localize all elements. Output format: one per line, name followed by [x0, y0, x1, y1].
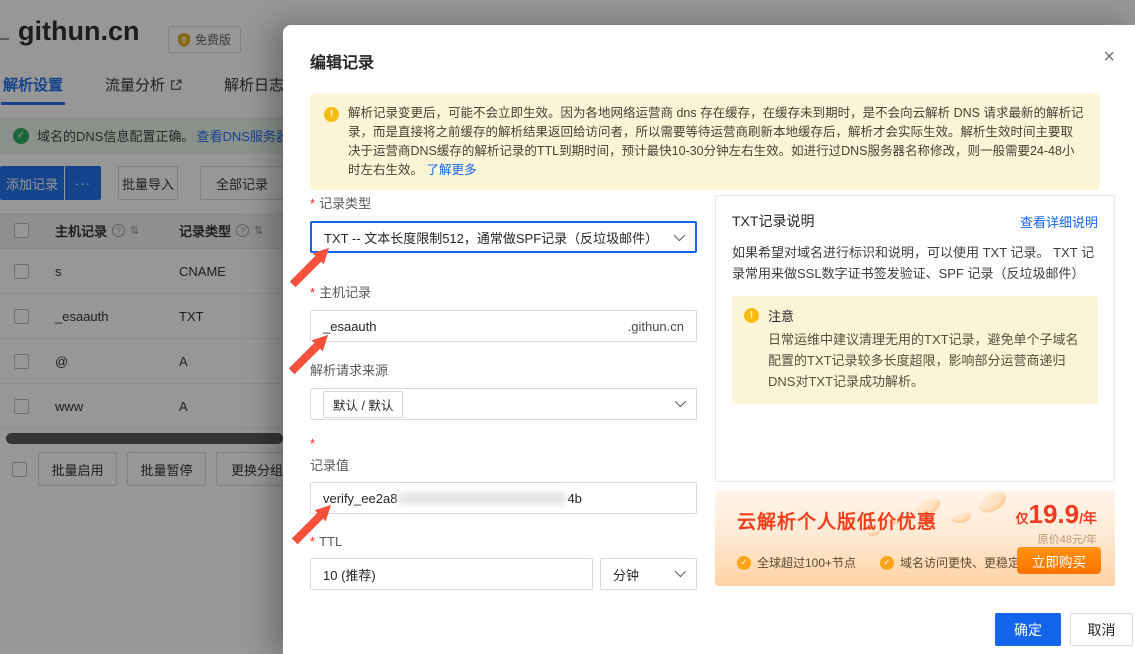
chevron-down-icon	[675, 396, 686, 407]
promo-features: ✓ 全球超过100+节点 ✓ 域名访问更快、更稳定	[737, 554, 1020, 571]
field-dns-line: 解析请求来源 默认 / 默认	[310, 360, 697, 420]
help-panel-title: TXT记录说明	[732, 211, 814, 231]
ttl-input[interactable]: 10 (推荐)	[310, 558, 593, 590]
redacted-text	[398, 492, 566, 505]
domain-suffix: .githun.cn	[628, 319, 684, 334]
host-record-input[interactable]: _esaauth .githun.cn	[310, 310, 697, 342]
price-prefix: 仅	[1015, 511, 1028, 526]
record-type-select[interactable]: TXT -- 文本长度限制512，通常做SPF记录（反垃圾邮件）	[310, 221, 697, 253]
cancel-button[interactable]: 取消	[1070, 613, 1133, 646]
promo-banner[interactable]: 云解析个人版低价优惠 仅19.9/年 原价48元/年 ✓ 全球超过100+节点 …	[715, 490, 1115, 586]
note-title: 注意	[768, 306, 1084, 325]
price-amount: 19.9	[1029, 499, 1080, 529]
promo-price: 仅19.9/年	[1015, 499, 1097, 530]
note-text: 日常运维中建议清理无用的TXT记录，避免单个子域名配置的TXT记录较多长度超限，…	[768, 329, 1084, 392]
field-record-type: * 记录类型 TXT -- 文本长度限制512，通常做SPF记录（反垃圾邮件）	[310, 193, 697, 253]
learn-more-link[interactable]: 了解更多	[427, 163, 477, 177]
help-description: 如果希望对域名进行标识和说明，可以使用 TXT 记录。 TXT 记录常用来做SS…	[732, 242, 1098, 284]
promo-feature: ✓ 全球超过100+节点	[737, 554, 856, 571]
ttl-unit-value: 分钟	[613, 565, 639, 584]
dns-line-select[interactable]: 默认 / 默认	[310, 388, 697, 420]
check-circle-icon: ✓	[880, 556, 894, 570]
ttl-value: 10 (推荐)	[323, 565, 376, 584]
original-price: 原价48元/年	[1038, 531, 1097, 547]
ttl-unit-select[interactable]: 分钟	[600, 558, 697, 590]
promo-feature: ✓ 域名访问更快、更稳定	[880, 554, 1020, 571]
chevron-down-icon	[674, 230, 685, 241]
warning-icon: !	[744, 308, 759, 323]
field-host-record: *主机记录 _esaauth .githun.cn	[310, 282, 697, 342]
buy-now-button[interactable]: 立即购买	[1017, 547, 1101, 574]
record-type-value: TXT -- 文本长度限制512，通常做SPF记录（反垃圾邮件）	[324, 228, 658, 247]
annotation-arrow	[287, 503, 333, 549]
confirm-button[interactable]: 确定	[995, 613, 1061, 646]
feature-label: 域名访问更快、更稳定	[900, 554, 1020, 571]
check-circle-icon: ✓	[737, 556, 751, 570]
record-value-input[interactable]: verify_ee2a8 4b	[310, 482, 697, 514]
required-mark: *	[310, 196, 315, 211]
txt-record-help-panel: TXT记录说明 查看详细说明 如果希望对域名进行标识和说明，可以使用 TXT 记…	[715, 195, 1115, 482]
annotation-arrow	[284, 333, 330, 379]
view-details-link[interactable]: 查看详细说明	[1020, 212, 1098, 231]
record-type-label: 记录类型	[319, 196, 371, 211]
edit-record-modal: 编辑记录 × ! 解析记录变更后，可能不会立即生效。因为各地网络运营商 dns …	[283, 25, 1135, 654]
feature-label: 全球超过100+节点	[757, 554, 856, 571]
help-note-box: ! 注意 日常运维中建议清理无用的TXT记录，避免单个子域名配置的TXT记录较多…	[732, 296, 1098, 404]
host-record-value: _esaauth	[323, 319, 377, 334]
warning-icon: !	[324, 107, 339, 122]
coin-decoration	[974, 490, 1009, 517]
chevron-down-icon	[675, 566, 686, 577]
modal-title: 编辑记录	[310, 49, 374, 73]
dns-line-value-tag: 默认 / 默认	[323, 391, 403, 418]
record-value-label: 记录值	[310, 458, 349, 473]
coin-decoration	[950, 508, 972, 525]
record-value-suffix: 4b	[567, 491, 581, 506]
annotation-arrow	[285, 246, 331, 292]
price-unit: /年	[1079, 510, 1097, 526]
record-value-prefix: verify_ee2a8	[323, 491, 397, 506]
screen: ← githun.cn 免费版 解析设置 流量分析 解析日志 ✓ 域名的DNS信…	[0, 0, 1135, 654]
close-icon[interactable]: ×	[1103, 47, 1115, 67]
required-mark: *	[310, 436, 315, 451]
field-record-value: * 记录值 verify_ee2a8 4b	[310, 436, 697, 514]
field-ttl: *TTL 10 (推荐) 分钟	[310, 534, 697, 594]
promo-title: 云解析个人版低价优惠	[737, 507, 937, 534]
propagation-warning-alert: ! 解析记录变更后，可能不会立即生效。因为各地网络运营商 dns 存在缓存，在缓…	[310, 94, 1100, 190]
